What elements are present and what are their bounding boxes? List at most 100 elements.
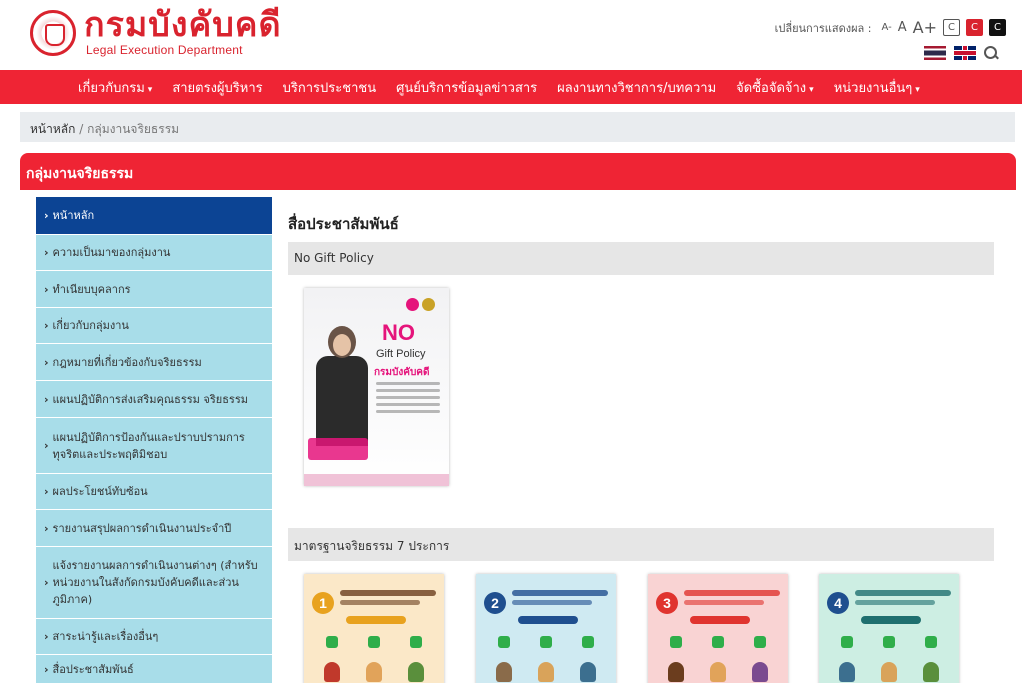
- nav-item-procurement[interactable]: จัดซื้อจัดจ้าง ▾: [736, 77, 814, 98]
- nav-label: ผลงานทางวิชาการ/บทความ: [557, 80, 717, 96]
- nav-label: สายตรงผู้บริหาร: [172, 80, 263, 96]
- sidebar-item-label: กฎหมายที่เกี่ยวข้องกับจริยธรรม: [52, 355, 202, 369]
- site-header: กรมบังคับคดี Legal Execution Department …: [0, 0, 1022, 70]
- sidebar-item-history[interactable]: › ความเป็นมาของกลุ่มงาน: [36, 235, 272, 271]
- contrast-normal-button[interactable]: C: [943, 19, 960, 36]
- display-label: เปลี่ยนการแสดงผล :: [774, 21, 872, 35]
- chevron-right-icon: ›: [44, 209, 49, 222]
- ethics-number-badge: 4: [827, 592, 849, 614]
- contrast-black-button[interactable]: C: [989, 19, 1006, 36]
- check-icon: [582, 636, 594, 648]
- chevron-right-icon: ›: [44, 663, 49, 676]
- illustration-figure: [324, 662, 340, 682]
- check-icon: [883, 636, 895, 648]
- contrast-red-button[interactable]: C: [966, 19, 983, 36]
- search-icon[interactable]: [984, 46, 998, 60]
- check-icon: [670, 636, 682, 648]
- thai-flag-icon[interactable]: [924, 46, 946, 60]
- sidebar-item-ethics-law[interactable]: › กฎหมายที่เกี่ยวข้องกับจริยธรรม: [36, 344, 272, 381]
- sidebar-item-label: เกี่ยวกับกลุ่มงาน: [52, 319, 129, 332]
- font-increase-button[interactable]: A+: [913, 18, 937, 37]
- sidebar-item-ethics-plan[interactable]: › แผนปฏิบัติการส่งเสริมคุณธรรม จริยธรรม: [36, 381, 272, 418]
- nav-item-academic[interactable]: ผลงานทางวิชาการ/บทความ: [557, 77, 716, 98]
- sidebar-item-pr-media[interactable]: › สื่อประชาสัมพันธ์: [36, 655, 272, 683]
- chevron-right-icon: ›: [44, 521, 49, 535]
- chevron-right-icon: ›: [44, 392, 49, 406]
- poster-footer: [304, 474, 449, 486]
- card-heading-line: [512, 600, 592, 605]
- section-bar-no-gift: No Gift Policy: [288, 242, 994, 275]
- nav-item-about[interactable]: เกี่ยวกับกรม ▾: [78, 77, 152, 98]
- chevron-right-icon: ›: [44, 246, 49, 259]
- sidebar-item-label: แจ้งรายงานผลการดำเนินงานต่างๆ (สำหรับหน่…: [52, 559, 258, 606]
- nav-item-other-agencies[interactable]: หน่วยงานอื่นๆ ▾: [834, 77, 920, 98]
- sidebar-item-conflict-interest[interactable]: › ผลประโยชน์ทับซ้อน: [36, 474, 272, 510]
- card-pill: [518, 616, 578, 624]
- nav-label: ศูนย์บริการข้อมูลข่าวสาร: [396, 80, 538, 96]
- sidebar-item-anti-corruption[interactable]: › แผนปฏิบัติการป้องกันและปราบปรามการทุจริ…: [36, 418, 272, 474]
- no-gift-policy-poster[interactable]: NO Gift Policy กรมบังคับคดี: [304, 288, 449, 486]
- card-heading-line: [855, 600, 935, 605]
- ethics-card-4[interactable]: 4: [819, 574, 959, 683]
- check-icon: [754, 636, 766, 648]
- logo-english-text[interactable]: Legal Execution Department: [86, 43, 243, 57]
- sidebar-item-performance-report[interactable]: › แจ้งรายงานผลการดำเนินงานต่างๆ (สำหรับหน…: [36, 547, 272, 619]
- poster-brand-text: กรมบังคับคดี: [374, 367, 430, 378]
- nav-item-executive-line[interactable]: สายตรงผู้บริหาร: [172, 77, 262, 98]
- illustration-figure: [752, 662, 768, 682]
- illustration-figure: [580, 662, 596, 682]
- card-heading-line: [340, 600, 420, 605]
- ethics-card-3[interactable]: 3: [648, 574, 788, 683]
- sidebar-item-label: สาระน่ารู้และเรื่องอื่นๆ: [52, 630, 159, 643]
- check-icon: [368, 636, 380, 648]
- logo-thai-text[interactable]: กรมบังคับคดี: [84, 6, 282, 44]
- illustration-figure: [408, 662, 424, 682]
- chevron-right-icon: ›: [44, 439, 49, 452]
- nav-item-public-service[interactable]: บริการประชาชน: [283, 77, 376, 98]
- ethics-card-1[interactable]: 1: [304, 574, 444, 683]
- breadcrumb-home-link[interactable]: หน้าหลัก: [30, 122, 75, 136]
- section-title: กลุ่มงานจริยธรรม: [20, 153, 1016, 190]
- font-decrease-button[interactable]: A-: [882, 22, 892, 33]
- illustration-figure: [839, 662, 855, 682]
- content-title: สื่อประชาสัมพันธ์: [288, 215, 399, 233]
- ethics-card-2[interactable]: 2: [476, 574, 616, 683]
- main-navigation: เกี่ยวกับกรม ▾ สายตรงผู้บริหาร บริการประช…: [0, 70, 1022, 104]
- nav-label: บริการประชาชน: [282, 80, 377, 96]
- card-heading-line: [340, 590, 436, 596]
- breadcrumb: หน้าหลัก / กลุ่มงานจริยธรรม: [20, 112, 1015, 142]
- ethics-number-badge: 1: [312, 592, 334, 614]
- section-bar-ethics-standards: มาตรฐานจริยธรรม 7 ประการ: [288, 528, 994, 561]
- font-normal-button[interactable]: A: [898, 20, 907, 35]
- poster-gift-policy-text: Gift Policy: [376, 348, 426, 360]
- sidebar-item-label: รายงานสรุปผลการดำเนินงานประจำปี: [52, 521, 232, 535]
- department-seal-logo[interactable]: [30, 10, 76, 56]
- illustration-figure: [496, 662, 512, 682]
- uk-flag-icon[interactable]: [954, 46, 976, 60]
- illustration-figure: [881, 662, 897, 682]
- check-icon: [326, 636, 338, 648]
- illustration-figure: [538, 662, 554, 682]
- sidebar-item-annual-report[interactable]: › รายงานสรุปผลการดำเนินงานประจำปี: [36, 510, 272, 547]
- sidebar-item-staff[interactable]: › ทำเนียบบุคลากร: [36, 271, 272, 308]
- sidebar-item-about-group[interactable]: › เกี่ยวกับกลุ่มงาน: [36, 308, 272, 344]
- check-icon: [925, 636, 937, 648]
- nav-label: เกี่ยวกับกรม: [78, 80, 145, 96]
- sidebar-item-label: หน้าหลัก: [52, 209, 95, 222]
- sidebar-item-label: ความเป็นมาของกลุ่มงาน: [52, 246, 171, 259]
- poster-person-image: [314, 326, 370, 446]
- sidebar-menu: › หน้าหลัก › ความเป็นมาของกลุ่มงาน › ทำเนีย…: [36, 197, 272, 683]
- chevron-right-icon: ›: [44, 319, 49, 332]
- language-switcher: [924, 46, 998, 60]
- check-icon: [410, 636, 422, 648]
- ethics-number-badge: 3: [656, 592, 678, 614]
- nav-item-info-center[interactable]: ศูนย์บริการข้อมูลข่าวสาร: [396, 77, 537, 98]
- illustration-figure: [668, 662, 684, 682]
- sidebar-item-knowledge[interactable]: › สาระน่ารู้และเรื่องอื่นๆ: [36, 619, 272, 655]
- sidebar-item-label: ทำเนียบบุคลากร: [52, 282, 131, 296]
- chevron-right-icon: ›: [44, 576, 49, 589]
- card-pill: [861, 616, 921, 624]
- sidebar-item-home[interactable]: › หน้าหลัก: [36, 197, 272, 235]
- poster-body-lines: [376, 382, 440, 417]
- breadcrumb-separator: /: [79, 122, 84, 136]
